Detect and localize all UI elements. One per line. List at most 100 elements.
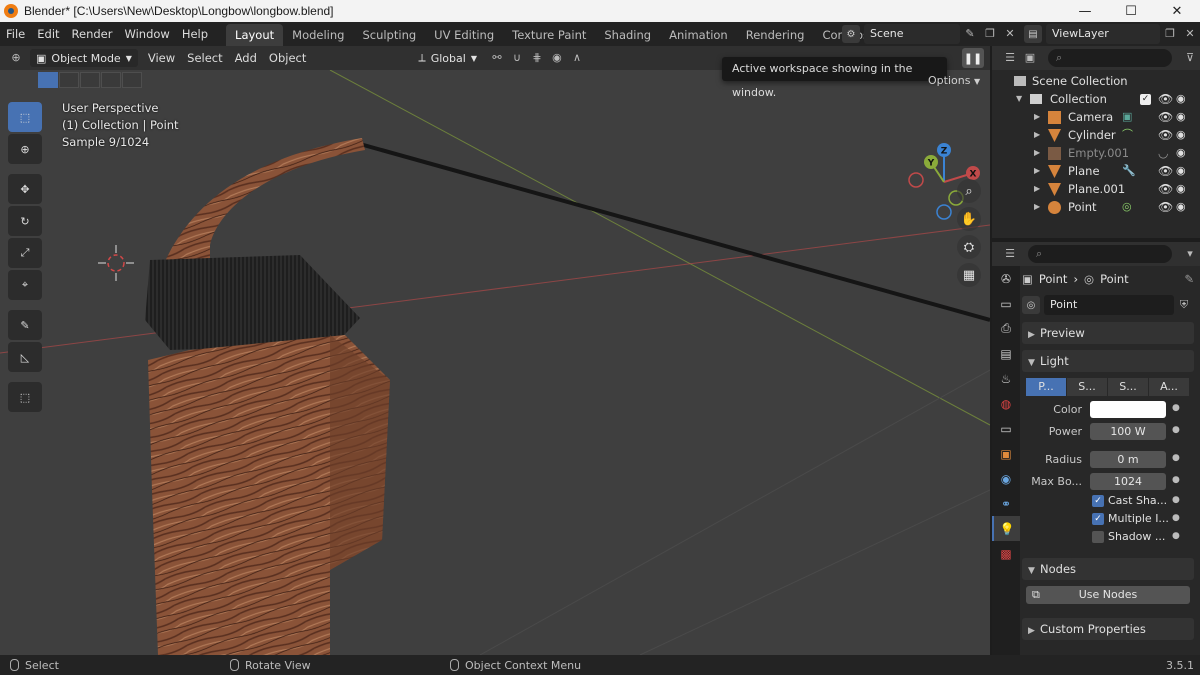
expand-arrow-icon[interactable]: ▶: [1034, 108, 1040, 126]
collapse-arrow-icon[interactable]: ▼: [1016, 90, 1022, 108]
properties-editor-icon[interactable]: ☰: [1002, 246, 1018, 262]
minimize-button[interactable]: —: [1062, 0, 1108, 22]
outliner-collection[interactable]: ▼ Collection ✓ 👁 ◉: [992, 90, 1200, 108]
outliner-item-cylinder[interactable]: ▶ Cylinder ⌒ 👁 ◉: [992, 126, 1200, 144]
proportional-edit-icon[interactable]: ◉: [549, 50, 565, 66]
shadow-caustics-checkbox[interactable]: [1092, 531, 1104, 543]
scale-tool[interactable]: ⤢: [8, 238, 42, 268]
hidden-eye-icon[interactable]: ◡: [1158, 144, 1168, 162]
pause-render-button[interactable]: ❚❚: [962, 48, 984, 68]
tab-sculpting[interactable]: Sculpting: [353, 24, 425, 46]
select-box-tool[interactable]: ⬚: [8, 102, 42, 132]
falloff-icon[interactable]: ∧: [569, 50, 585, 66]
multiple-importance-checkbox[interactable]: ✓: [1092, 513, 1104, 525]
visibility-eye-icon[interactable]: 👁: [1158, 198, 1173, 216]
menu-edit[interactable]: Edit: [31, 22, 65, 46]
tab-texture[interactable]: ▩: [992, 541, 1020, 566]
filter-icon[interactable]: ⊽: [1182, 50, 1198, 66]
display-mode-icon[interactable]: ▣: [1022, 50, 1038, 66]
keyframe-dot-icon[interactable]: ●: [1172, 453, 1180, 463]
render-camera-icon[interactable]: ◉: [1176, 144, 1186, 162]
panel-preview-header[interactable]: ▶ Preview: [1022, 322, 1194, 344]
keyframe-dot-icon[interactable]: ●: [1172, 475, 1180, 485]
camera-view-button[interactable]: ⛭: [957, 235, 981, 259]
tab-constraints[interactable]: ⚭: [992, 491, 1020, 516]
transform-orientation-dropdown[interactable]: ⟂ Global ▼: [412, 49, 483, 67]
modifier-wrench-icon[interactable]: 🔧: [1122, 162, 1136, 180]
tab-shading[interactable]: Shading: [595, 24, 660, 46]
cast-shadow-checkbox[interactable]: ✓: [1092, 495, 1104, 507]
outliner-item-plane[interactable]: ▶ Plane 🔧 👁 ◉: [992, 162, 1200, 180]
menu-render[interactable]: Render: [66, 22, 119, 46]
pin-icon[interactable]: ✎: [1184, 272, 1194, 286]
scene-icon[interactable]: ⚙: [842, 25, 860, 43]
pan-button[interactable]: ✋: [957, 207, 981, 231]
tab-view-layer[interactable]: ▤: [992, 341, 1020, 366]
light-radius-field[interactable]: 0 m: [1090, 451, 1166, 468]
outliner-item-point[interactable]: ▶ Point ◎ 👁 ◉: [992, 198, 1200, 216]
light-type-sun-button[interactable]: S...: [1067, 378, 1107, 396]
options-dropdown[interactable]: Options ▼: [928, 74, 980, 87]
maximize-button[interactable]: ☐: [1108, 0, 1154, 22]
delete-scene-icon[interactable]: ✕: [1002, 26, 1018, 42]
outliner-item-empty[interactable]: ▶ Empty.001 ◡ ◉: [992, 144, 1200, 162]
tab-uv-editing[interactable]: UV Editing: [425, 24, 503, 46]
keyframe-dot-icon[interactable]: ●: [1172, 495, 1180, 505]
light-browse-icon[interactable]: ◎: [1022, 296, 1040, 314]
light-type-area-button[interactable]: A...: [1149, 378, 1189, 396]
panel-nodes-header[interactable]: ▼ Nodes: [1022, 558, 1194, 580]
outliner-scene-collection[interactable]: Scene Collection: [992, 72, 1200, 90]
cursor-tool[interactable]: ⊕: [8, 134, 42, 164]
light-datablock-name[interactable]: Point: [1044, 295, 1174, 315]
render-camera-icon[interactable]: ◉: [1176, 108, 1186, 126]
viewport-menu-add[interactable]: Add: [229, 46, 263, 70]
viewport-scene[interactable]: Z X Y: [0, 70, 990, 655]
keyframe-dot-icon[interactable]: ●: [1172, 513, 1180, 523]
expand-arrow-icon[interactable]: ▶: [1034, 162, 1040, 180]
tab-physics[interactable]: ◉: [992, 466, 1020, 491]
expand-arrow-icon[interactable]: ▶: [1034, 180, 1040, 198]
tab-world[interactable]: ◍: [992, 391, 1020, 416]
outliner-item-camera[interactable]: ▶ Camera ▣ 👁 ◉: [992, 108, 1200, 126]
transform-tool[interactable]: ⌖: [8, 270, 42, 300]
tab-object[interactable]: ▣: [992, 441, 1020, 466]
visibility-eye-icon[interactable]: 👁: [1158, 180, 1173, 198]
object-mode-dropdown[interactable]: ▣ Object Mode ▼: [30, 49, 138, 67]
tab-collection[interactable]: ▭: [992, 416, 1020, 441]
light-power-field[interactable]: 100 W: [1090, 423, 1166, 440]
expand-arrow-icon[interactable]: ▶: [1034, 144, 1040, 162]
3d-viewport[interactable]: ⊕ ▣ Object Mode ▼ View Select Add Object…: [0, 46, 990, 655]
panel-custom-properties-header[interactable]: ▶ Custom Properties: [1022, 618, 1194, 640]
chevron-down-icon[interactable]: ▾: [1182, 246, 1198, 262]
snap-icon[interactable]: ∪: [509, 50, 525, 66]
editor-type-icon[interactable]: ⊕: [8, 50, 24, 66]
delete-view-layer-icon[interactable]: ✕: [1182, 26, 1198, 42]
exclude-checkbox[interactable]: ✓: [1140, 94, 1151, 105]
render-camera-icon[interactable]: ◉: [1176, 180, 1186, 198]
light-type-spot-button[interactable]: S...: [1108, 378, 1148, 396]
expand-arrow-icon[interactable]: ▶: [1034, 198, 1040, 216]
tab-layout[interactable]: Layout: [226, 24, 284, 46]
move-tool[interactable]: ✥: [8, 174, 42, 204]
visibility-eye-icon[interactable]: 👁: [1158, 90, 1173, 108]
menu-window[interactable]: Window: [118, 22, 175, 46]
tab-tool[interactable]: ✇: [992, 266, 1020, 291]
viewport-menu-object[interactable]: Object: [263, 46, 312, 70]
ortho-toggle-button[interactable]: ▦: [957, 263, 981, 287]
expand-arrow-icon[interactable]: ▶: [1034, 126, 1040, 144]
render-camera-icon[interactable]: ◉: [1176, 198, 1186, 216]
scene-name-field[interactable]: Scene: [864, 24, 960, 44]
rotate-tool[interactable]: ↻: [8, 206, 42, 236]
add-cube-tool[interactable]: ⬚: [8, 382, 42, 412]
snap-target-icon[interactable]: ⋕: [529, 50, 545, 66]
close-button[interactable]: ✕: [1154, 0, 1200, 22]
tab-texture-paint[interactable]: Texture Paint: [503, 24, 595, 46]
measure-tool[interactable]: ◺: [8, 342, 42, 372]
visibility-eye-icon[interactable]: 👁: [1158, 162, 1173, 180]
panel-light-header[interactable]: ▼ Light: [1022, 350, 1194, 372]
light-max-bounces-field[interactable]: 1024: [1090, 473, 1166, 490]
light-data-icon[interactable]: ◎: [1122, 198, 1132, 216]
tab-scene[interactable]: ♨: [992, 366, 1020, 391]
tab-modeling[interactable]: Modeling: [283, 24, 353, 46]
visibility-eye-icon[interactable]: 👁: [1158, 108, 1173, 126]
